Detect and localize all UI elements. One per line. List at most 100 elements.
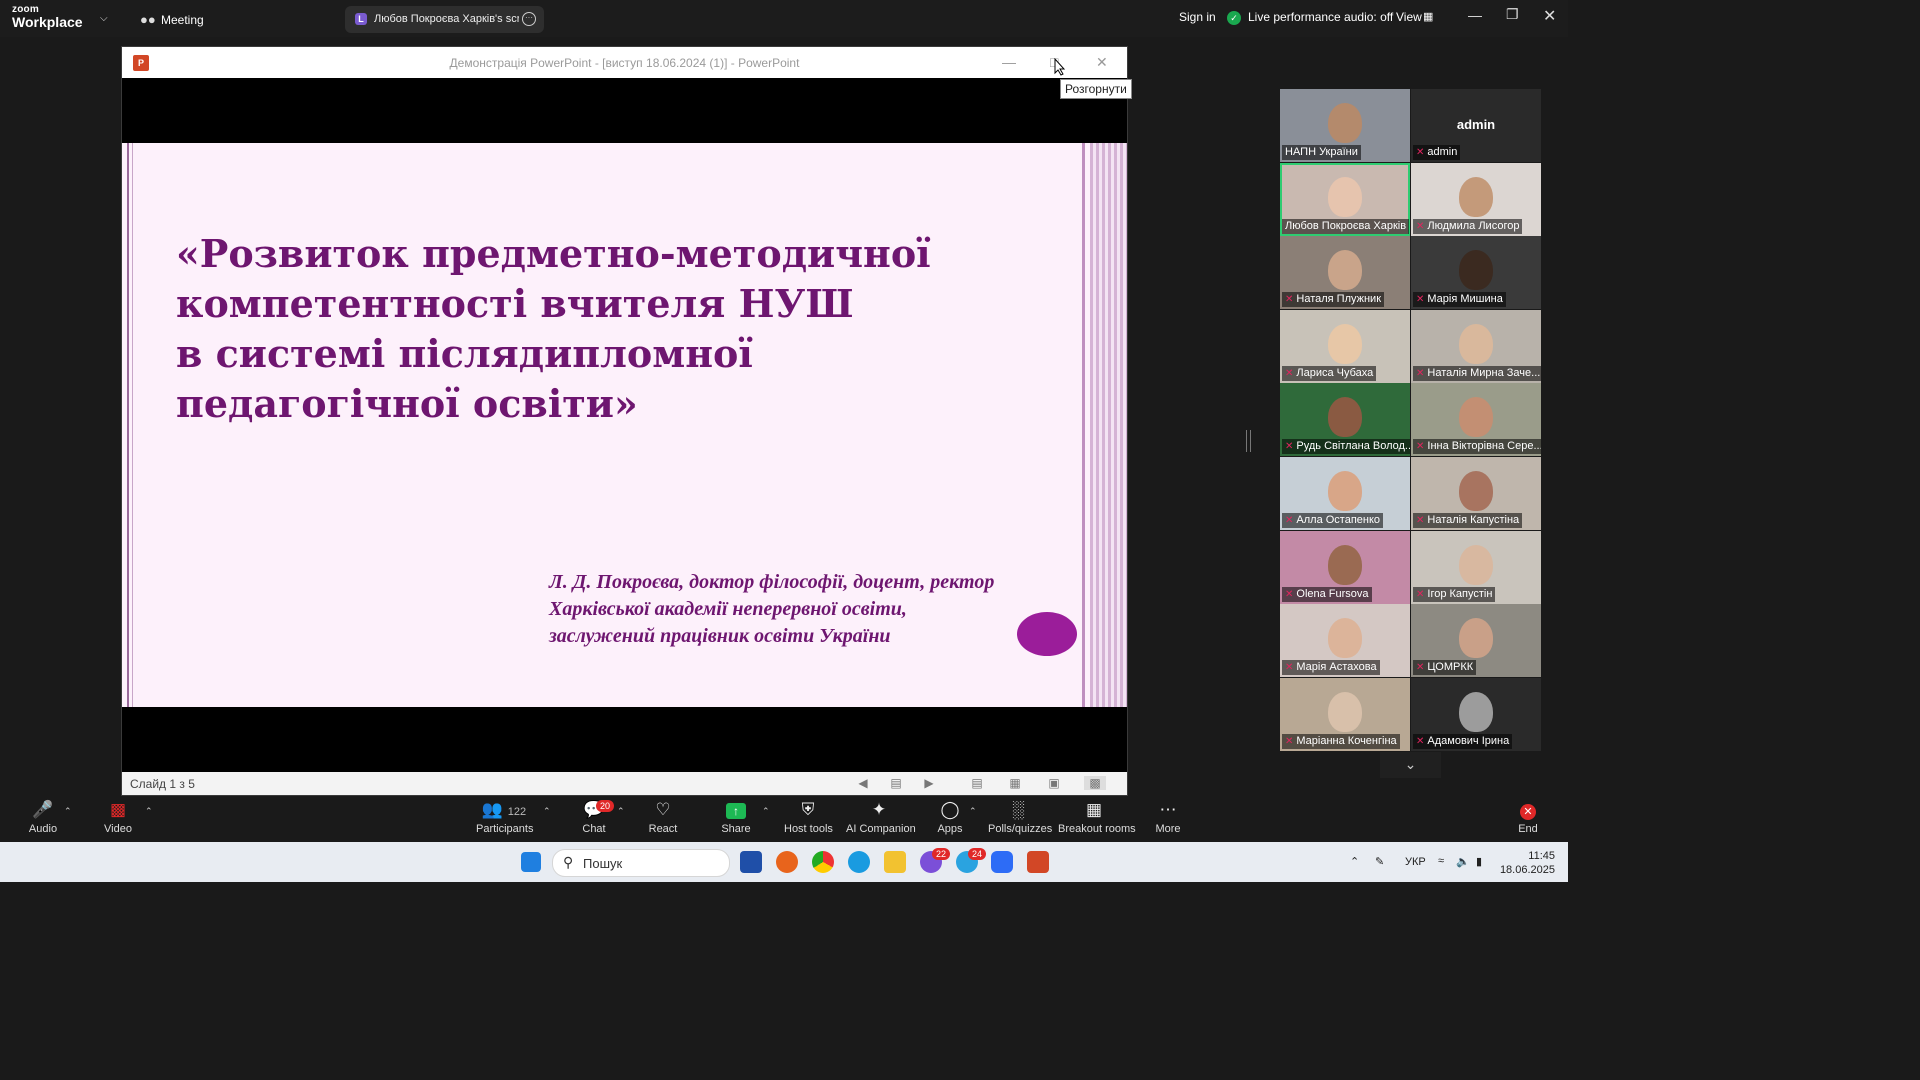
- slide-menu-icon[interactable]: ▤: [889, 776, 903, 790]
- file-explorer-icon[interactable]: [884, 851, 906, 873]
- tray-overflow-icon[interactable]: ⌃: [1350, 855, 1359, 868]
- previous-slide-icon[interactable]: ◀: [856, 776, 870, 790]
- sign-in-button[interactable]: Sign in: [1179, 10, 1216, 24]
- ppt-minimize-icon[interactable]: —: [1002, 54, 1016, 70]
- meeting-tab-label[interactable]: Meeting: [161, 13, 204, 27]
- video-options-caret[interactable]: ⌃: [145, 806, 153, 817]
- apps-button[interactable]: ◯ Apps: [936, 800, 964, 835]
- participant-name-label: ✕ Інна Вікторівна Сере...: [1413, 439, 1541, 455]
- more-button[interactable]: ⋯ More: [1154, 800, 1182, 835]
- react-label: React: [648, 823, 678, 835]
- edge-app-icon[interactable]: [848, 851, 870, 873]
- participant-tile[interactable]: ✕ Марія Астахова: [1280, 604, 1410, 678]
- screen-share-tab[interactable]: L Любов Покроєва Харків's screen ···: [345, 6, 544, 33]
- react-button[interactable]: ♡ React: [648, 800, 678, 835]
- participant-video: [1328, 471, 1362, 511]
- video-off-icon: ▩: [109, 800, 127, 819]
- participant-tile[interactable]: ✕ Адамович Ірина: [1411, 677, 1541, 751]
- more-label: More: [1155, 823, 1181, 835]
- audio-status-text[interactable]: Live performance audio: off: [1248, 10, 1393, 24]
- participant-tile[interactable]: НАПН України: [1280, 89, 1410, 162]
- firefox-app-icon[interactable]: [776, 851, 798, 873]
- participant-video: [1328, 544, 1362, 585]
- windows-start-icon[interactable]: [521, 852, 541, 872]
- participant-tile[interactable]: ✕ ЦОМРКК: [1411, 604, 1541, 678]
- participant-tile[interactable]: ✕ Алла Остапенко: [1280, 457, 1410, 530]
- audio-button[interactable]: 🎤 Audio: [28, 800, 58, 835]
- participant-tile[interactable]: ✕ Рудь Світлана Волод...: [1280, 383, 1410, 457]
- ai-companion-button[interactable]: ✦ AI Companion: [846, 800, 916, 835]
- close-icon[interactable]: ✕: [1543, 6, 1556, 26]
- share-caret[interactable]: ⌃: [762, 806, 770, 817]
- video-button[interactable]: ▩ Video: [103, 800, 133, 835]
- share-button[interactable]: ↑ Share: [720, 800, 752, 835]
- grid-icon[interactable]: ▦: [1423, 10, 1433, 23]
- next-slide-icon[interactable]: ▶: [922, 776, 936, 790]
- host-tools-button[interactable]: ⛨ Host tools: [784, 800, 833, 835]
- volume-icon[interactable]: 🔈: [1456, 855, 1470, 868]
- ppt-close-icon[interactable]: ✕: [1096, 54, 1108, 71]
- clock-date[interactable]: 18.06.2025: [1496, 864, 1555, 876]
- chevron-down-icon[interactable]: ⌵: [100, 13, 108, 24]
- scroll-down-button[interactable]: ⌄: [1380, 752, 1441, 778]
- mic-muted-icon: ✕: [1285, 662, 1294, 674]
- wifi-icon[interactable]: ≈: [1438, 855, 1444, 867]
- sparkle-icon: ✦: [871, 800, 887, 819]
- participant-name: Любов Покроєва Харків: [1285, 219, 1407, 232]
- participant-tile[interactable]: Любов Покроєва Харків: [1280, 162, 1410, 236]
- participant-tile[interactable]: ✕ Інна Вікторівна Сере...: [1411, 383, 1541, 457]
- breakout-rooms-button[interactable]: ▦ Breakout rooms: [1058, 800, 1136, 835]
- normal-view-icon[interactable]: ▤: [970, 776, 984, 790]
- search-placeholder: Пошук: [583, 856, 623, 871]
- powerpoint-window: P Демонстрація PowerPoint - [виступ 18.0…: [121, 46, 1128, 796]
- participant-name-label: ✕ ЦОМРКК: [1413, 660, 1477, 676]
- polls-button[interactable]: ░ Polls/quizzes: [988, 800, 1052, 835]
- participant-tile[interactable]: ✕ Людмила Лисогор: [1411, 162, 1541, 236]
- heart-icon: ♡: [655, 800, 671, 819]
- participant-tile[interactable]: ✕ Лариса Чубаха: [1280, 309, 1410, 383]
- clock-time[interactable]: 11:45: [1510, 850, 1555, 862]
- reading-view-icon[interactable]: ▣: [1047, 776, 1061, 790]
- mouse-cursor-icon: [1054, 58, 1066, 76]
- participant-tile[interactable]: ✕ Марія Мишина: [1411, 236, 1541, 310]
- slide-title: «Розвиток предметно-методичної компетент…: [176, 229, 996, 429]
- slide-counter: Слайд 1 з 5: [130, 777, 195, 791]
- participant-tile[interactable]: ✕ Маріанна Коченгіна: [1280, 677, 1410, 751]
- store-app-icon[interactable]: [740, 851, 762, 873]
- apps-caret[interactable]: ⌃: [969, 806, 977, 817]
- mic-muted-icon: 🎤: [32, 800, 54, 819]
- participants-button[interactable]: 👥 122 Participants: [476, 800, 533, 835]
- participant-name: Алла Остапенко: [1296, 514, 1381, 526]
- slide-title-line: компетентності вчителя НУШ: [176, 281, 854, 326]
- chrome-app-icon[interactable]: [812, 851, 834, 873]
- participant-name: Olena Fursova: [1296, 587, 1369, 600]
- slide-sorter-icon[interactable]: ▦: [1008, 776, 1022, 790]
- participant-tile[interactable]: ✕ Наталя Плужник: [1280, 236, 1410, 310]
- slideshow-icon[interactable]: ▩: [1084, 776, 1106, 790]
- end-button[interactable]: ✕ End: [1514, 800, 1542, 835]
- participant-name-label: ✕ Алла Остапенко: [1282, 513, 1384, 528]
- participant-tile[interactable]: ✕ Olena Fursova: [1280, 530, 1410, 604]
- participant-tile[interactable]: ✕ Наталія Мирна Заче...: [1411, 309, 1541, 383]
- participants-caret[interactable]: ⌃: [543, 806, 551, 817]
- language-indicator[interactable]: УКР: [1405, 856, 1426, 868]
- restore-icon[interactable]: ❐: [1506, 6, 1519, 23]
- zoom-app-icon[interactable]: [991, 851, 1013, 873]
- participant-tile[interactable]: ✕ Ігор Капустін: [1411, 530, 1541, 604]
- slide-title-line: в системі післядипломної: [176, 331, 753, 376]
- participant-tile[interactable]: ✕ Наталія Капустіна: [1411, 457, 1541, 530]
- view-button[interactable]: View: [1396, 10, 1422, 24]
- audio-options-caret[interactable]: ⌃: [64, 806, 72, 817]
- powerpoint-app-icon[interactable]: [1027, 851, 1049, 873]
- participant-name-label: ✕ Маріанна Коченгіна: [1282, 733, 1400, 749]
- panel-splitter[interactable]: [1246, 430, 1251, 452]
- minimize-icon[interactable]: —: [1468, 7, 1482, 23]
- chat-caret[interactable]: ⌃: [617, 806, 625, 817]
- more-options-icon[interactable]: ···: [522, 12, 536, 26]
- participant-tile[interactable]: admin ✕ admin: [1411, 89, 1541, 162]
- pen-icon[interactable]: ✎: [1375, 855, 1384, 868]
- powerpoint-title-bar: P Демонстрація PowerPoint - [виступ 18.0…: [122, 47, 1127, 78]
- battery-icon[interactable]: ▮: [1476, 855, 1482, 868]
- taskbar-search[interactable]: ⚲ Пошук: [552, 849, 730, 877]
- participant-name-label: ✕ Olena Fursova: [1282, 586, 1372, 602]
